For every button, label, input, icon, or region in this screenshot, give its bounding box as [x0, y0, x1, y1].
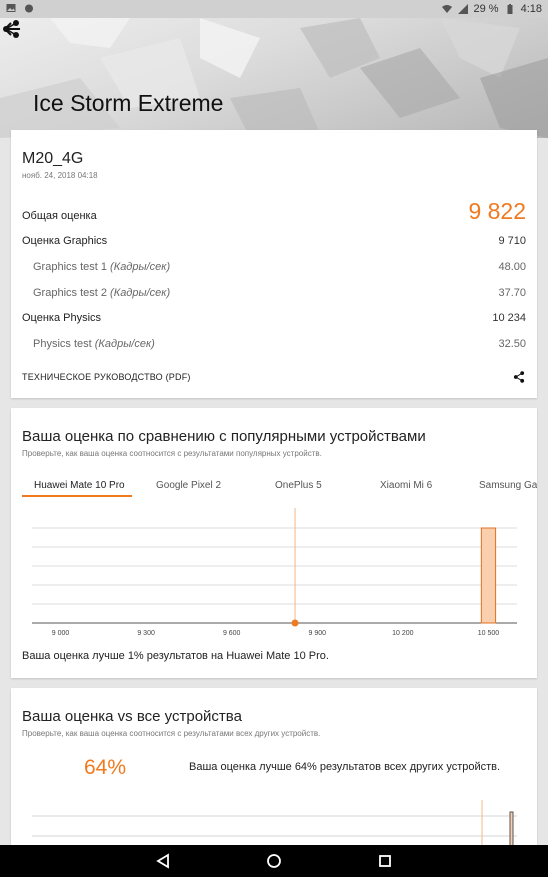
- active-tab-indicator: [22, 495, 132, 497]
- technical-manual-link[interactable]: ТЕХНИЧЕСКОЕ РУКОВОДСТВО (PDF): [22, 372, 191, 382]
- comparison-result-text: Ваша оценка лучше 1% результатов на Huaw…: [22, 650, 329, 662]
- triangle-back-icon[interactable]: [155, 853, 171, 869]
- graphics-test-2-label: Graphics test 2: [33, 287, 107, 299]
- distribution-chart: [32, 800, 517, 848]
- overall-score-label: Общая оценка: [22, 210, 97, 222]
- comparison-card: Ваша оценка по сравнению с популярными у…: [11, 408, 537, 678]
- distribution-bar: [480, 527, 497, 624]
- navigation-bar: [0, 845, 548, 877]
- percentile-text: Ваша оценка лучше 64% результатов всех д…: [189, 761, 501, 773]
- tab-oneplus-5[interactable]: OnePlus 5: [275, 480, 322, 491]
- all-devices-subtitle: Проверьте, как ваша оценка соотносится с…: [22, 729, 321, 738]
- graphics-score-row: Оценка Graphics 9 710: [22, 235, 526, 247]
- header-banner: Ice Storm Extreme: [0, 18, 548, 138]
- status-bar: 29 % 4:18: [0, 0, 548, 18]
- tab-xiaomi-mi-6[interactable]: Xiaomi Mi 6: [380, 480, 432, 491]
- overall-score-value: 9 822: [468, 198, 526, 224]
- image-icon: [6, 4, 16, 12]
- physics-score-value: 10 234: [492, 312, 526, 324]
- graphics-test-1-label: Graphics test 1: [33, 261, 107, 273]
- x-tick-label: 9 300: [137, 630, 155, 637]
- graphics-score-label: Оценка Graphics: [22, 235, 108, 247]
- x-tick-label: 10 500: [478, 630, 500, 637]
- comparison-title: Ваша оценка по сравнению с популярными у…: [22, 428, 426, 445]
- tab-google-pixel-2[interactable]: Google Pixel 2: [156, 480, 221, 491]
- physics-test-label: Physics test: [33, 338, 92, 350]
- result-card: M20_4G нояб. 24, 2018 04:18 Общая оценка…: [11, 130, 537, 398]
- test-date: нояб. 24, 2018 04:18: [22, 171, 98, 180]
- circle-home-icon[interactable]: [266, 853, 282, 869]
- physics-test-row: Physics test (Кадры/сек) 32.50: [33, 338, 526, 350]
- physics-score-row: Оценка Physics 10 234: [22, 312, 526, 324]
- graphics-test-1-unit: (Кадры/сек): [110, 261, 171, 273]
- android-icon: [25, 4, 33, 13]
- device-tabs: Huawei Mate 10 Pro Google Pixel 2 OnePlu…: [22, 478, 537, 498]
- clock: 4:18: [520, 3, 542, 15]
- ice-background: [0, 18, 548, 138]
- x-tick-label: 9 000: [52, 630, 70, 637]
- graphics-test-2-value: 37.70: [498, 287, 526, 299]
- your-score-marker: [291, 619, 299, 627]
- percentile-value: 64%: [84, 756, 127, 779]
- square-recents-icon[interactable]: [377, 853, 393, 869]
- signal-icon: [457, 4, 468, 14]
- comparison-chart: 9 000 9 300 9 600 9 900 10 200 10 500: [32, 508, 517, 637]
- tab-huawei-mate-10-pro[interactable]: Huawei Mate 10 Pro: [34, 480, 125, 491]
- share-icon[interactable]: [512, 370, 526, 384]
- share-icon[interactable]: [0, 18, 22, 40]
- all-devices-title: Ваша оценка vs все устройства: [22, 708, 242, 725]
- graphics-test-1-value: 48.00: [498, 261, 526, 273]
- x-tick-label: 9 600: [223, 630, 241, 637]
- all-devices-card: Ваша оценка vs все устройства Проверьте,…: [11, 688, 537, 848]
- battery-icon: [507, 4, 513, 14]
- overall-score-row: Общая оценка 9 822: [22, 198, 526, 225]
- graphics-test-2-unit: (Кадры/сек): [110, 287, 171, 299]
- battery-percent: 29 %: [473, 3, 499, 15]
- comparison-subtitle: Проверьте, как ваша оценка соотносится с…: [22, 449, 322, 458]
- manual-row: ТЕХНИЧЕСКОЕ РУКОВОДСТВО (PDF): [22, 370, 526, 384]
- wifi-icon: [441, 5, 452, 13]
- physics-test-unit: (Кадры/сек): [94, 338, 155, 350]
- x-tick-label: 10 200: [392, 630, 414, 637]
- device-name: M20_4G: [22, 150, 84, 167]
- physics-test-value: 32.50: [498, 338, 526, 350]
- graphics-score-value: 9 710: [498, 235, 526, 247]
- page-title: Ice Storm Extreme: [33, 90, 224, 116]
- graphics-test-2-row: Graphics test 2 (Кадры/сек) 37.70: [33, 287, 526, 299]
- tab-samsung-galaxy[interactable]: Samsung Gala: [479, 480, 537, 491]
- x-tick-label: 9 900: [309, 630, 327, 637]
- graphics-test-1-row: Graphics test 1 (Кадры/сек) 48.00: [33, 261, 526, 273]
- physics-score-label: Оценка Physics: [22, 312, 102, 324]
